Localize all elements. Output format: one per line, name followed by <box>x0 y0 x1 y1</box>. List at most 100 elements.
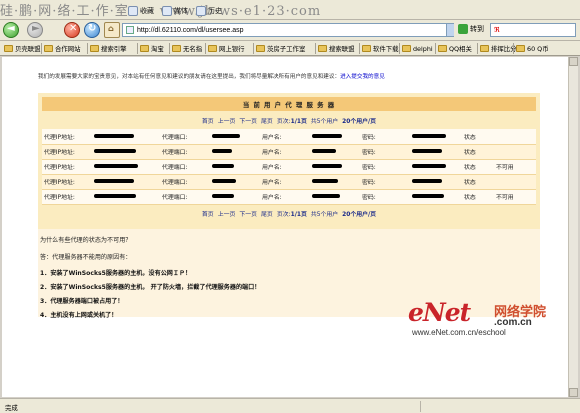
folder-icon <box>4 45 13 52</box>
favorites-item[interactable]: 60 Q币 <box>516 43 549 54</box>
favorites-item[interactable]: 搜索联盟 <box>318 43 355 54</box>
last-page-link[interactable]: 尾页 <box>261 209 273 219</box>
go-label: 转到 <box>470 25 484 33</box>
next-page-link[interactable]: 下一页 <box>239 116 257 126</box>
redaction-mark <box>412 133 446 138</box>
favorites-item[interactable]: 淘宝 <box>140 43 164 54</box>
ip-value-redacted <box>92 144 160 160</box>
favorites-item[interactable]: 贝壳联盟 <box>4 43 41 54</box>
favorites-separator <box>87 43 88 54</box>
next-page-link[interactable]: 下一页 <box>239 209 257 219</box>
first-page-link[interactable]: 首页 <box>202 209 214 219</box>
password-value-redacted <box>410 189 462 205</box>
pager-bottom: 首页 上一页 下一页 尾页 页次:1/1页 共5个用户 20个用户/页 <box>38 209 540 219</box>
favorites-button[interactable]: 收藏 <box>128 5 154 17</box>
folder-icon <box>438 45 447 52</box>
favorites-item-label: 贝壳联盟 <box>15 45 41 53</box>
favorites-item[interactable]: 软件下载 <box>362 43 399 54</box>
password-value-redacted <box>410 159 462 175</box>
forward-button[interactable]: ► <box>27 22 43 38</box>
status-zone <box>420 401 570 412</box>
ip-label: 代理IP地址: <box>42 159 92 175</box>
favorites-item-label: 淘宝 <box>151 45 164 53</box>
password-label: 密码: <box>360 159 410 175</box>
vertical-scrollbar[interactable] <box>568 57 578 397</box>
redaction-mark <box>94 194 136 198</box>
status-value: 不可用 <box>494 189 536 205</box>
favorites-item-label: 60 Q币 <box>527 45 549 53</box>
port-value-redacted <box>210 189 260 205</box>
folder-icon <box>516 45 525 52</box>
proxy-table: 代理IP地址: 代理端口: 用户名: 密码: 状态 代理IP地址: 代理端口: 用户名: 密码:… <box>42 129 536 205</box>
scroll-up-icon[interactable] <box>569 57 578 66</box>
status-value <box>494 144 536 160</box>
history-label: 历史 <box>208 7 222 15</box>
submit-feedback-link[interactable]: 进入提交我的意见 <box>340 74 385 80</box>
user-value-redacted <box>310 189 360 205</box>
media-button[interactable]: 媒体 <box>162 5 188 17</box>
redaction-mark <box>312 164 342 168</box>
redaction-mark <box>212 194 234 198</box>
intro-text: 我们的发展需要大家的宝贵意见，对本站有任何意见和建议的朋友请在这里提出，我们将尽… <box>38 72 385 80</box>
favorites-item-label: 无名指 <box>183 45 203 53</box>
toolbar-search-input[interactable]: ℜ <box>490 23 576 37</box>
favorites-item-label: QQ相关 <box>449 45 472 53</box>
favorites-item-label: 搜索引擎 <box>101 45 127 53</box>
user-value-redacted <box>310 144 360 160</box>
first-page-link[interactable]: 首页 <box>202 116 214 126</box>
scroll-down-icon[interactable] <box>569 388 578 397</box>
folder-icon <box>140 45 149 52</box>
folder-icon <box>90 45 99 52</box>
media-label: 媒体 <box>174 7 188 15</box>
favorites-separator <box>399 43 400 54</box>
status-value <box>494 174 536 190</box>
status-value <box>494 129 536 145</box>
prev-page-link[interactable]: 上一页 <box>218 209 236 219</box>
last-page-link[interactable]: 尾页 <box>261 116 273 126</box>
address-dropdown[interactable] <box>446 24 454 36</box>
ip-value-redacted <box>92 189 160 205</box>
password-label: 密码: <box>360 129 410 145</box>
port-value-redacted <box>210 129 260 145</box>
back-button[interactable]: ◄ <box>3 22 19 38</box>
favorites-item-label: 茨房子工作室 <box>267 45 306 53</box>
status-text: 完成 <box>5 404 18 412</box>
favorites-item[interactable]: 排挥比分 <box>480 43 517 54</box>
address-bar[interactable]: http://dl.62110.com/dl/usersee.asp <box>122 23 454 37</box>
redaction-mark <box>94 149 136 153</box>
page-icon <box>126 26 134 34</box>
ip-label: 代理IP地址: <box>42 129 92 145</box>
refresh-button[interactable]: ↻ <box>84 22 100 38</box>
prev-page-link[interactable]: 上一页 <box>218 116 236 126</box>
favorites-item[interactable]: 合作网站 <box>44 43 81 54</box>
favorites-item-label: 软件下载 <box>373 45 399 53</box>
user-label: 用户名: <box>260 129 310 145</box>
per-page: 20个用户/页 <box>342 119 377 125</box>
panel-title: 当 前 用 户 代 理 服 务 器 <box>42 97 536 111</box>
redaction-mark <box>212 149 232 153</box>
state-label: 状态 <box>462 159 494 175</box>
port-label: 代理端口: <box>160 159 210 175</box>
user-value-redacted <box>310 129 360 145</box>
favorites-label: 收藏 <box>140 7 154 15</box>
favorites-item[interactable]: delphi <box>402 43 433 54</box>
favorites-item[interactable]: 茨房子工作室 <box>256 43 305 54</box>
favorites-item[interactable]: 搜索引擎 <box>90 43 127 54</box>
enet-watermark: eNet 网络学院 .com.cn <box>408 298 546 328</box>
stop-button[interactable]: ✕ <box>64 22 80 38</box>
user-value-redacted <box>310 174 360 190</box>
folder-icon <box>480 45 489 52</box>
redaction-mark <box>312 149 336 153</box>
home-button[interactable]: ⌂ <box>104 22 120 38</box>
password-value-redacted <box>410 174 462 190</box>
favorites-item[interactable]: 网上银行 <box>208 43 245 54</box>
favorites-separator <box>359 43 360 54</box>
favorites-item[interactable]: 无名指 <box>172 43 202 54</box>
enet-url: www.eNet.com.cn/eschool <box>412 328 506 337</box>
history-button[interactable]: 历史 <box>196 5 222 17</box>
go-button[interactable]: 转到 <box>458 24 484 34</box>
favorites-item[interactable]: QQ相关 <box>438 43 472 54</box>
port-value-redacted <box>210 174 260 190</box>
password-label: 密码: <box>360 144 410 160</box>
ip-label: 代理IP地址: <box>42 189 92 205</box>
